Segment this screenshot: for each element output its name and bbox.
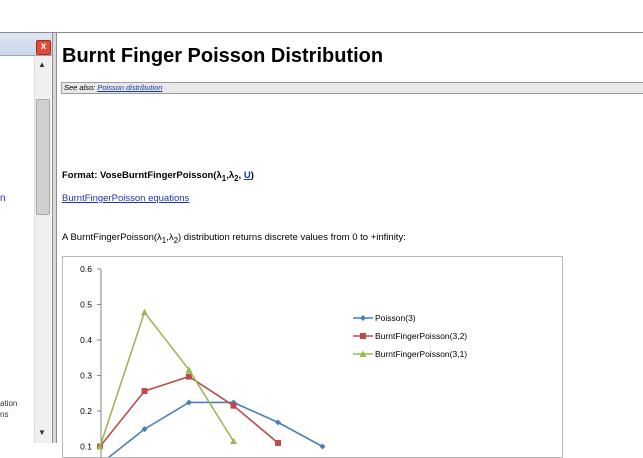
pane-header: x (0, 33, 52, 56)
u-parameter-link[interactable]: U (244, 170, 251, 181)
y-tick-label: 0.2 (80, 406, 92, 416)
help-content: Burnt Finger Poisson Distribution See al… (57, 33, 643, 458)
desc-lambda1-subscript: 1 (161, 235, 167, 245)
poisson-distribution-link[interactable]: Poisson distribution (97, 83, 162, 92)
data-point-square (141, 388, 148, 395)
scroll-down-arrow-icon[interactable]: ▼ (38, 428, 46, 437)
lambda1-subscript: 1 (221, 173, 227, 183)
scrollbar-thumb[interactable] (36, 99, 50, 215)
lambda2-subscript: 2 (234, 173, 239, 183)
description-text: A BurntFingerPoisson(λ1,λ2) distribution… (62, 232, 406, 245)
scroll-up-arrow-icon[interactable]: ▲ (38, 60, 46, 69)
y-tick-label: 0.6 (80, 264, 92, 274)
series-line (107, 401, 323, 457)
distribution-chart: 0.6 0.5 0.4 0.3 0.2 0.1 Poisson(3) BurntFingerP… (62, 256, 563, 458)
see-also-label: See also: (64, 83, 96, 92)
desc-suffix: ) distribution returns discrete values f… (178, 232, 406, 243)
y-tick-label: 0.1 (80, 442, 92, 452)
data-point-diamond (319, 443, 326, 450)
data-point-triangle (141, 308, 148, 316)
format-suffix: ) (250, 170, 254, 181)
close-icon[interactable]: x (36, 40, 51, 55)
data-point-diamond (275, 419, 281, 426)
series-line (99, 375, 279, 448)
y-tick-label: 0.4 (80, 335, 92, 345)
nav-link-fragment[interactable]: n (0, 193, 6, 204)
format-prefix: Format: VoseBurntFingerPoisson( (62, 170, 217, 181)
desc-prefix: A BurntFingerPoisson( (62, 232, 158, 243)
legend-marker (360, 333, 366, 339)
equations-link[interactable]: BurntFingerPoisson equations (62, 193, 189, 204)
legend-label: Poisson(3) (375, 313, 416, 323)
nav-text-fragment: ation (0, 399, 18, 408)
see-also-bar: See also: Poisson distribution (61, 82, 643, 94)
page-title: Burnt Finger Poisson Distribution (62, 45, 384, 67)
legend-label: BurntFingerPoisson(3,1) (375, 349, 467, 359)
series-line (99, 310, 235, 447)
vertical-scrollbar[interactable]: ▲ ▼ (34, 56, 51, 443)
data-point-square (230, 402, 237, 409)
navigation-pane: x n ation ns ▲ ▼ (0, 33, 52, 443)
format-line: Format: VoseBurntFingerPoisson(λ1,λ2, U) (62, 170, 254, 183)
y-tick-label: 0.5 (80, 300, 92, 310)
legend-label: BurntFingerPoisson(3,2) (375, 331, 467, 341)
top-toolbar (0, 0, 643, 33)
y-tick-label: 0.3 (80, 371, 92, 381)
nav-text-fragment: ns (0, 410, 9, 419)
chart-svg: 0.6 0.5 0.4 0.3 0.2 0.1 Poisson(3) BurntFingerP… (80, 264, 467, 457)
legend-marker (360, 315, 366, 321)
